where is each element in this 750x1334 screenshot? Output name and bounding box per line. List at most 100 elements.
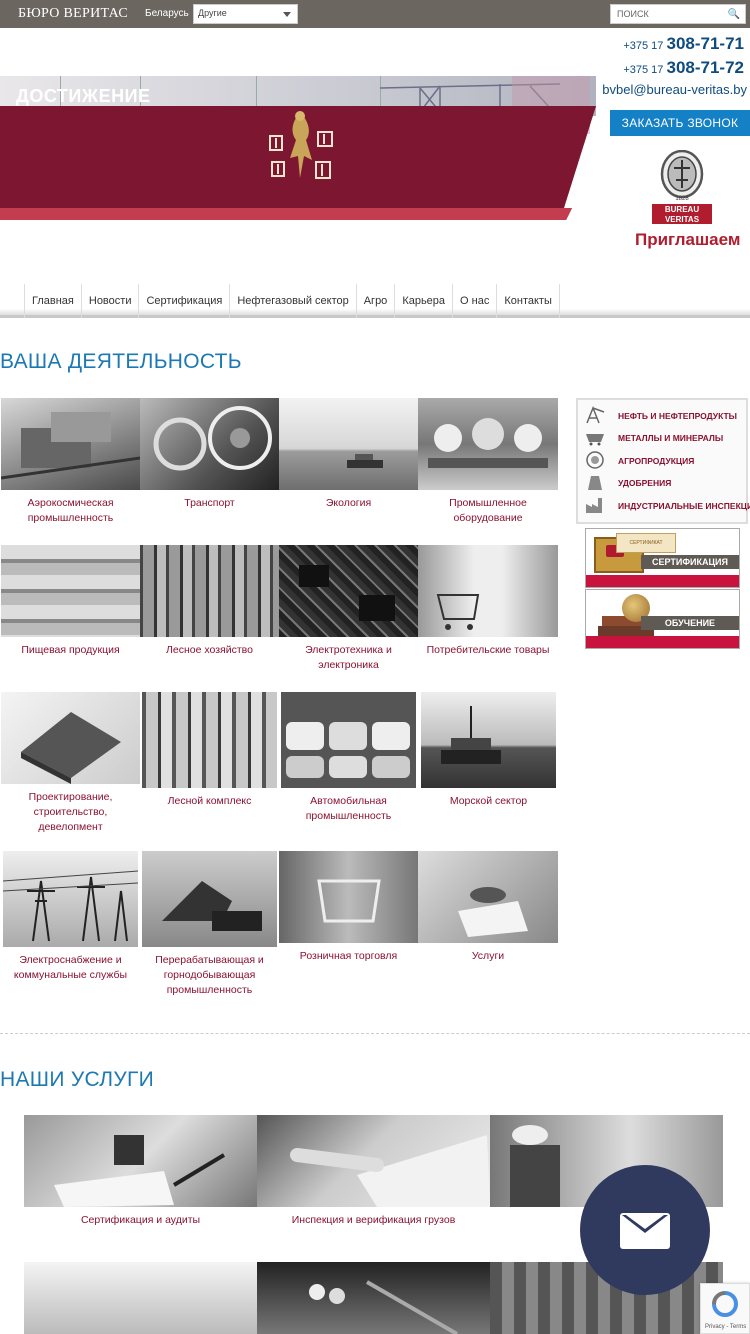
service-tile[interactable]: Инспекция и верификация грузов — [257, 1115, 490, 1228]
oil-derrick-icon — [586, 406, 605, 424]
nav-news[interactable]: Новости — [80, 284, 139, 318]
email-link[interactable]: bvbel@bureau-veritas.by — [602, 82, 747, 97]
sidebar-item-metals[interactable]: МЕТАЛЛЫ И МИНЕРАЛЫ — [582, 428, 746, 448]
activity-caption: Пищевая продукция — [21, 644, 120, 656]
activity-caption: Перерабатывающая и горнодобывающая промы… — [155, 954, 264, 996]
activity-caption: Потребительские товары — [426, 644, 550, 656]
activity-tile[interactable]: Потребительские товары — [418, 545, 558, 658]
certification-banner[interactable]: СЕРТИФИКАТ СЕРТИФИКАЦИЯ — [585, 528, 740, 588]
country-select-value: Другие — [198, 8, 227, 18]
activity-caption: Морской сектор — [449, 795, 528, 807]
phone-2-prefix: +375 17 — [623, 64, 664, 76]
request-callback-button[interactable]: ЗАКАЗАТЬ ЗВОНОК — [610, 110, 750, 136]
activity-tile[interactable]: Пищевая продукция — [1, 545, 140, 658]
sidebar-item-inspections[interactable]: ИНДУСТРИАЛЬНЫЕ ИНСПЕКЦИИ — [582, 496, 750, 516]
bureau-veritas-logo[interactable]: BUREAU VERITAS 1828 — [652, 150, 712, 226]
brand-logo-text[interactable]: БЮРО ВЕРИТАС — [18, 6, 128, 22]
activity-tile[interactable]: Автомобильная промышленность — [281, 692, 416, 824]
recaptcha-icon — [712, 1291, 738, 1317]
activity-tile[interactable]: Транспорт — [140, 398, 279, 511]
activity-tile[interactable]: Электроснабжение и коммунальные службы — [3, 851, 138, 983]
banner-headline: ДОСТИЖЕНИЕ — [16, 86, 151, 106]
sidebar-item-agro[interactable]: АГРОПРОДУКЦИЯ — [582, 451, 746, 471]
maritime-image — [421, 692, 556, 788]
electronics-image — [279, 545, 418, 637]
sidebar-item-label: УДОБРЕНИЯ — [618, 478, 672, 488]
activity-caption: Электроснабжение и коммунальные службы — [13, 954, 128, 981]
cargo-inspection-image — [257, 1115, 490, 1207]
recaptcha-text[interactable]: Privacy - Terms — [705, 1324, 746, 1330]
top-bar: БЮРО ВЕРИТАС Беларусь Другие ПОИСК 🔍 — [0, 0, 750, 28]
commodities-list: НЕФТЬ И НЕФТЕПРОДУКТЫ МЕТАЛЛЫ И МИНЕРАЛЫ… — [576, 398, 750, 524]
recaptcha-badge[interactable]: Privacy - Terms — [700, 1283, 750, 1334]
certification-audit-image — [24, 1115, 257, 1207]
main-nav: Главная Новости Сертификация Нефтегазовы… — [0, 284, 750, 318]
industrial-site-image — [257, 1262, 490, 1334]
activity-tile[interactable]: Лесное хозяйство — [140, 545, 279, 658]
activity-tile[interactable]: Аэрокосмическая промышленность — [1, 398, 140, 526]
hero-banner[interactable]: ДОСТИЖЕНИЕ — [0, 76, 596, 220]
services-image — [418, 851, 558, 943]
sidebar-item-label: НЕФТЬ И НЕФТЕПРОДУКТЫ — [618, 411, 737, 421]
nav-about[interactable]: О нас — [452, 284, 496, 318]
nav-contacts[interactable]: Контакты — [496, 284, 560, 318]
activity-tile[interactable]: Морской сектор — [421, 692, 556, 809]
activity-caption: Услуги — [471, 950, 505, 962]
training-label: ОБУЧЕНИЕ — [641, 616, 739, 630]
banner-base — [586, 636, 739, 648]
retail-image — [279, 851, 418, 943]
minecart-icon — [586, 434, 604, 446]
sidebar-item-label: МЕТАЛЛЫ И МИНЕРАЛЫ — [618, 433, 724, 443]
aerospace-image — [1, 398, 140, 490]
phone-1-prefix: +375 17 — [623, 40, 664, 52]
transport-image — [140, 398, 279, 490]
phone-1-number: 308-71-71 — [666, 34, 744, 53]
nav-home[interactable]: Главная — [24, 284, 81, 318]
services-heading: НАШИ УСЛУГИ — [0, 1068, 155, 1091]
service-caption: Сертификация и аудиты — [80, 1214, 201, 1226]
nav-career[interactable]: Карьера — [394, 284, 452, 318]
search-input[interactable]: ПОИСК 🔍 — [610, 4, 746, 24]
forestry-image — [140, 545, 279, 637]
service-tile[interactable] — [24, 1262, 257, 1334]
activity-caption: Лесное хозяйство — [166, 644, 253, 656]
contact-message-button[interactable] — [580, 1165, 710, 1295]
activities-heading: ВАША ДЕЯТЕЛЬНОСТЬ — [0, 350, 242, 373]
activity-tile[interactable]: Промышленное оборудование — [418, 398, 558, 526]
search-icon[interactable]: 🔍 — [728, 9, 740, 20]
banner-stripe — [0, 208, 573, 220]
activity-caption: Экология — [325, 497, 372, 509]
training-banner[interactable]: ОБУЧЕНИЕ — [585, 589, 740, 649]
sidebar-item-oil[interactable]: НЕФТЬ И НЕФТЕПРОДУКТЫ — [582, 406, 746, 426]
phone-1[interactable]: +375 17 308-71-71 — [623, 34, 744, 54]
activity-caption: Электротехника и электроника — [305, 644, 392, 671]
nav-agro[interactable]: Агро — [355, 284, 395, 318]
activity-tile[interactable]: Электротехника и электроника — [279, 545, 418, 673]
service-tile[interactable]: Сертификация и аудиты — [24, 1115, 257, 1228]
certification-label: СЕРТИФИКАЦИЯ — [641, 555, 739, 569]
food-image — [1, 545, 140, 637]
achievement-emblem-icon — [269, 111, 333, 179]
activity-caption: Лесной комплекс — [167, 795, 252, 807]
service-tile[interactable] — [257, 1262, 490, 1334]
activity-tile[interactable]: Перерабатывающая и горнодобывающая промы… — [142, 851, 277, 998]
activity-tile[interactable]: Лесной комплекс — [142, 692, 277, 809]
sidebar-item-fertilizers[interactable]: УДОБРЕНИЯ — [582, 473, 746, 493]
section-divider — [0, 1033, 750, 1034]
certificate-paper: СЕРТИФИКАТ — [616, 533, 676, 553]
activity-tile[interactable]: Экология — [279, 398, 418, 511]
nav-certification[interactable]: Сертификация — [138, 284, 229, 318]
activity-caption: Розничная торговля — [299, 950, 398, 962]
laboratory-image — [24, 1262, 257, 1334]
phone-2[interactable]: +375 17 308-71-72 — [623, 58, 744, 78]
ecology-image — [279, 398, 418, 490]
activity-tile[interactable]: Розничная торговля — [279, 851, 418, 964]
country-select[interactable]: Другие — [193, 4, 298, 24]
service-caption: Инспекция и верификация грузов — [291, 1214, 456, 1226]
invite-ticker[interactable]: Приглашаем — [635, 230, 740, 250]
activity-tile[interactable]: Проектирование, строительство, девелопме… — [1, 692, 140, 835]
sidebar-item-label: АГРОПРОДУКЦИЯ — [618, 456, 695, 466]
mining-image — [142, 851, 277, 947]
activity-tile[interactable]: Услуги — [418, 851, 558, 964]
nav-oil-gas[interactable]: Нефтегазовый сектор — [229, 284, 355, 318]
